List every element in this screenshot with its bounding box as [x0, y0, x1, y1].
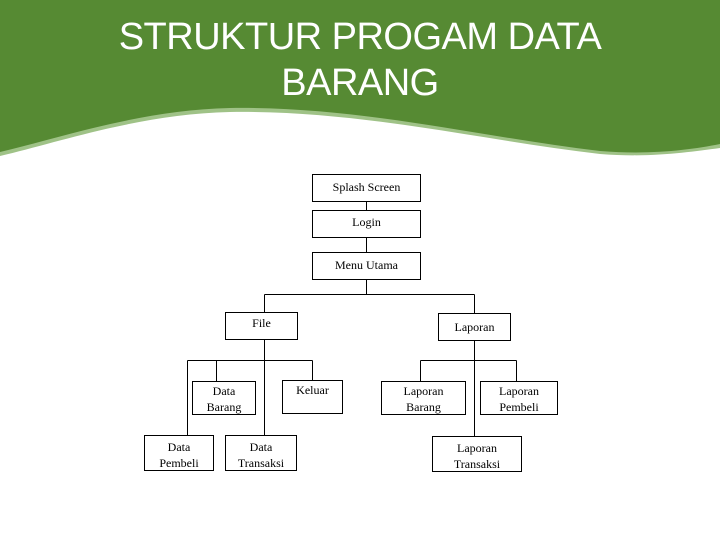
- node-label: Transaksi: [453, 457, 501, 471]
- node-label: Laporan: [457, 441, 497, 455]
- node-laporan-barang: Laporan Barang: [381, 381, 466, 415]
- node-label: Laporan: [403, 384, 444, 398]
- node-label: Data: [249, 440, 273, 454]
- node-data-transaksi: Data Transaksi: [225, 435, 297, 471]
- node-label: Login: [352, 215, 381, 229]
- node-label: Laporan: [499, 384, 539, 398]
- node-label: Menu Utama: [335, 258, 398, 272]
- node-label: Pembeli: [499, 400, 539, 414]
- node-label: Keluar: [296, 383, 329, 397]
- node-splash-screen: Splash Screen: [312, 174, 421, 202]
- node-label: Barang: [406, 400, 441, 414]
- node-label: Splash Screen: [332, 180, 401, 194]
- node-keluar: Keluar: [282, 380, 343, 414]
- node-laporan-pembeli: Laporan Pembeli: [480, 381, 558, 415]
- node-label: Data: [167, 440, 191, 454]
- node-laporan-transaksi: Laporan Transaksi: [432, 436, 522, 472]
- node-menu-utama: Menu Utama: [312, 252, 421, 280]
- node-data-barang: Data Barang: [192, 381, 256, 415]
- node-label: File: [252, 316, 271, 330]
- node-label: Pembeli: [159, 456, 199, 470]
- node-label: Data: [212, 384, 236, 398]
- node-label: Barang: [206, 400, 242, 414]
- node-label: Transaksi: [237, 456, 285, 470]
- node-data-pembeli: Data Pembeli: [144, 435, 214, 471]
- node-label: Laporan: [454, 320, 495, 334]
- node-login: Login: [312, 210, 421, 238]
- node-file: File: [225, 312, 298, 340]
- node-laporan: Laporan: [438, 313, 511, 341]
